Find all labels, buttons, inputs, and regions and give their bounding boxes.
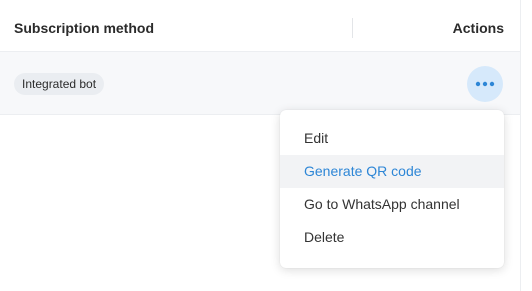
column-header-subscription-method: Subscription method — [14, 20, 154, 36]
table-right-border — [520, 0, 521, 291]
menu-item-edit[interactable]: Edit — [280, 122, 504, 155]
table-row: Integrated bot — [0, 52, 520, 115]
actions-dropdown-menu: Edit Generate QR code Go to WhatsApp cha… — [280, 110, 504, 268]
subscription-method-badge: Integrated bot — [14, 73, 105, 95]
menu-item-generate-qr-code[interactable]: Generate QR code — [280, 155, 504, 188]
table-header: Subscription method Actions — [0, 0, 520, 52]
menu-item-delete[interactable]: Delete — [280, 221, 504, 254]
column-divider[interactable] — [352, 18, 353, 38]
menu-item-go-to-whatsapp-channel[interactable]: Go to WhatsApp channel — [280, 188, 504, 221]
more-horizontal-icon — [475, 81, 495, 87]
more-actions-button[interactable] — [467, 66, 503, 102]
column-header-actions: Actions — [452, 20, 504, 36]
